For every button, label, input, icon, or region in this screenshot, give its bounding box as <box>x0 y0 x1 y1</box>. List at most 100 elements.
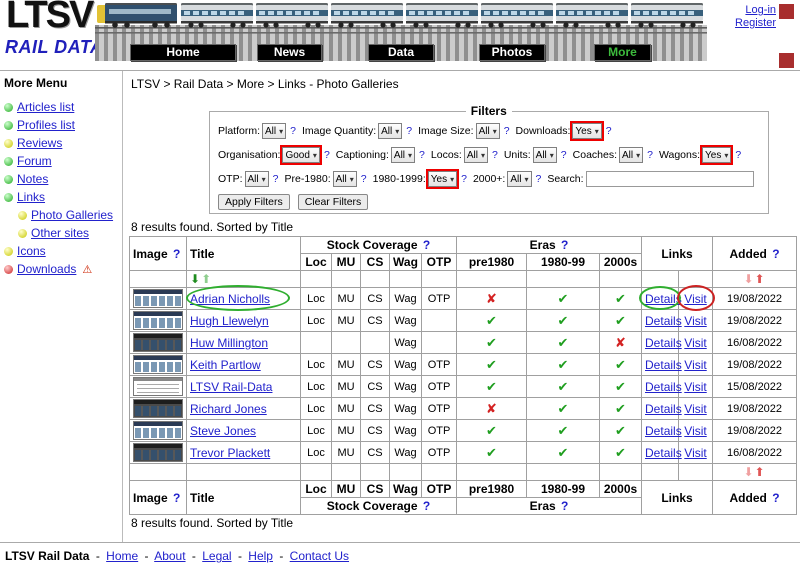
1980-1999-select[interactable]: Yes▾ <box>428 171 457 187</box>
gallery-title-link[interactable]: Richard Jones <box>190 402 267 416</box>
help-link[interactable]: ? <box>324 149 330 161</box>
help-link[interactable]: ? <box>772 491 779 505</box>
visit-link[interactable]: Visit <box>684 402 706 416</box>
sidebar-item-links[interactable]: Links <box>4 190 118 204</box>
sidebar-link-links[interactable]: Links <box>17 190 45 204</box>
sidebar-item-downloads[interactable]: Downloads ⚠ <box>4 262 118 276</box>
sort-title-desc-icon[interactable]: ⬆ <box>201 272 211 286</box>
sort-added-desc-icon[interactable]: ⬆ <box>755 272 765 286</box>
sidebar-item-reviews[interactable]: Reviews <box>4 136 118 150</box>
sort-added-asc-icon[interactable]: ⬇ <box>743 465 753 479</box>
visit-link[interactable]: Visit <box>684 314 706 328</box>
help-link[interactable]: ? <box>423 499 430 513</box>
sidebar-link-photo-galleries[interactable]: Photo Galleries <box>31 208 113 222</box>
sidebar-item-articles-list[interactable]: Articles list <box>4 100 118 114</box>
apply-filters-button[interactable]: Apply Filters <box>218 194 290 210</box>
gallery-title-link[interactable]: Hugh Llewelyn <box>190 314 269 328</box>
sidebar-item-photo-galleries[interactable]: Photo Galleries <box>18 208 118 222</box>
help-link[interactable]: ? <box>461 173 467 185</box>
footer-link-home[interactable]: Home <box>106 549 138 563</box>
sidebar-item-icons[interactable]: Icons <box>4 244 118 258</box>
gallery-title-link[interactable]: Trevor Plackett <box>190 446 270 460</box>
help-link[interactable]: ? <box>173 491 180 505</box>
gallery-title-link[interactable]: Steve Jones <box>190 424 256 438</box>
sidebar-link-reviews[interactable]: Reviews <box>17 136 62 150</box>
details-link[interactable]: Details <box>645 402 682 416</box>
sidebar-link-notes[interactable]: Notes <box>17 172 48 186</box>
visit-link[interactable]: Visit <box>684 292 706 306</box>
help-link[interactable]: ? <box>492 149 498 161</box>
gallery-title-link[interactable]: Huw Millington <box>190 336 268 350</box>
units-select[interactable]: All▾ <box>533 147 557 163</box>
details-link[interactable]: Details <box>645 380 682 394</box>
otp-select[interactable]: All▾ <box>245 171 269 187</box>
gallery-thumbnail[interactable] <box>133 421 183 440</box>
visit-link[interactable]: Visit <box>684 358 706 372</box>
register-link[interactable]: Register <box>714 17 776 30</box>
help-link[interactable]: ? <box>772 247 779 261</box>
footer-link-about[interactable]: About <box>154 549 185 563</box>
visit-link[interactable]: Visit <box>684 336 706 350</box>
help-link[interactable]: ? <box>561 149 567 161</box>
tab-news[interactable]: News <box>257 44 322 61</box>
tab-data[interactable]: Data <box>368 44 434 61</box>
coaches-select[interactable]: All▾ <box>619 147 643 163</box>
help-link[interactable]: ? <box>173 247 180 261</box>
gallery-thumbnail[interactable] <box>133 311 183 330</box>
gallery-thumbnail[interactable] <box>133 443 183 462</box>
gallery-thumbnail[interactable] <box>133 355 183 374</box>
downloads-select[interactable]: Yes▾ <box>572 123 601 139</box>
captioning-select[interactable]: All▾ <box>391 147 415 163</box>
help-link[interactable]: ? <box>561 238 568 252</box>
gallery-thumbnail[interactable] <box>133 399 183 418</box>
sidebar-item-notes[interactable]: Notes <box>4 172 118 186</box>
help-link[interactable]: ? <box>290 125 296 137</box>
2000-plus-select[interactable]: All▾ <box>507 171 531 187</box>
image-size-select[interactable]: All▾ <box>476 123 500 139</box>
pre-1980-select[interactable]: All▾ <box>333 171 357 187</box>
help-link[interactable]: ? <box>419 149 425 161</box>
visit-link[interactable]: Visit <box>684 446 706 460</box>
tab-home[interactable]: Home <box>130 44 236 61</box>
sort-added-asc-icon[interactable]: ⬇ <box>743 272 753 286</box>
help-link[interactable]: ? <box>504 125 510 137</box>
sidebar-link-profiles-list[interactable]: Profiles list <box>17 118 75 132</box>
gallery-title-link[interactable]: Keith Partlow <box>190 358 261 372</box>
help-link[interactable]: ? <box>647 149 653 161</box>
login-link[interactable]: Log-in <box>714 4 776 17</box>
help-link[interactable]: ? <box>406 125 412 137</box>
details-link[interactable]: Details <box>645 336 682 350</box>
details-link[interactable]: Details <box>645 446 682 460</box>
help-link[interactable]: ? <box>423 238 430 252</box>
footer-link-contact-us[interactable]: Contact Us <box>290 549 349 563</box>
gallery-title-link[interactable]: LTSV Rail-Data <box>190 380 272 394</box>
sidebar-link-icons[interactable]: Icons <box>17 244 46 258</box>
help-link[interactable]: ? <box>735 149 741 161</box>
platform-select[interactable]: All▾ <box>262 123 286 139</box>
organisation-select[interactable]: Good▾ <box>282 147 319 163</box>
sidebar-link-downloads[interactable]: Downloads <box>17 262 76 276</box>
sort-added-desc-icon[interactable]: ⬆ <box>755 465 765 479</box>
tab-photos[interactable]: Photos <box>479 44 545 61</box>
sidebar-link-forum[interactable]: Forum <box>17 154 52 168</box>
gallery-title-link[interactable]: Adrian Nicholls <box>190 292 270 306</box>
help-link[interactable]: ? <box>536 173 542 185</box>
footer-link-help[interactable]: Help <box>248 549 273 563</box>
visit-link[interactable]: Visit <box>684 424 706 438</box>
details-link[interactable]: Details <box>645 424 682 438</box>
help-link[interactable]: ? <box>606 125 612 137</box>
gallery-thumbnail[interactable] <box>133 333 183 352</box>
sort-title-asc-icon[interactable]: ⬇ <box>190 272 200 286</box>
visit-link[interactable]: Visit <box>684 380 706 394</box>
help-link[interactable]: ? <box>273 173 279 185</box>
search-input[interactable] <box>586 171 754 187</box>
help-link[interactable]: ? <box>361 173 367 185</box>
details-link[interactable]: Details <box>645 292 682 306</box>
sidebar-item-other-sites[interactable]: Other sites <box>18 226 118 240</box>
image-quantity-select[interactable]: All▾ <box>378 123 402 139</box>
details-link[interactable]: Details <box>645 358 682 372</box>
clear-filters-button[interactable]: Clear Filters <box>298 194 369 210</box>
gallery-thumbnail[interactable] <box>133 289 183 308</box>
sidebar-item-profiles-list[interactable]: Profiles list <box>4 118 118 132</box>
wagons-select[interactable]: Yes▾ <box>702 147 731 163</box>
